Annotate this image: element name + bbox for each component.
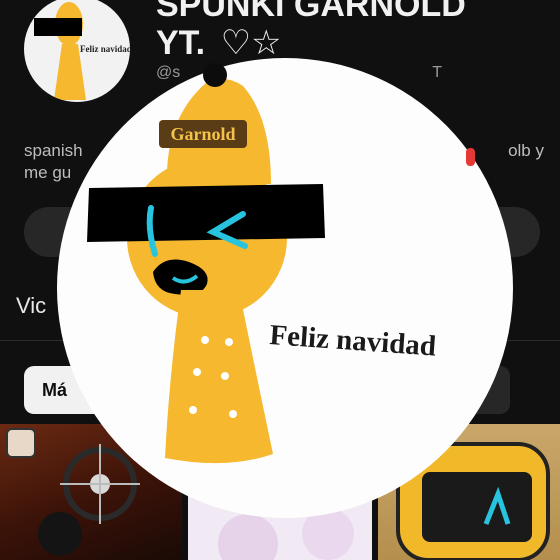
profile-picture-drawing: Garnold Feliz navidad <box>87 78 438 464</box>
bio-text-right-1: olb y <box>508 141 544 160</box>
heart-star-icon: ♡☆ <box>220 24 282 62</box>
channel-avatar-caption: Feliz navidad <box>80 44 130 54</box>
drawing-antenna-dot <box>203 63 227 87</box>
profile-picture-enlarged[interactable]: Garnold Feliz navidad <box>57 58 513 518</box>
hat-label: Garnold <box>170 124 235 144</box>
channel-title-line2: YT. <box>156 24 206 62</box>
notification-dot <box>466 148 475 166</box>
drawing-caption: Feliz navidad <box>269 319 438 363</box>
channel-title: SPUNKI GARNOLD YT. ♡☆ <box>156 0 556 62</box>
thumbnail-avatar <box>6 428 36 458</box>
tab-videos[interactable]: Vic <box>16 293 46 319</box>
channel-title-line1: SPUNKI GARNOLD <box>156 0 466 24</box>
